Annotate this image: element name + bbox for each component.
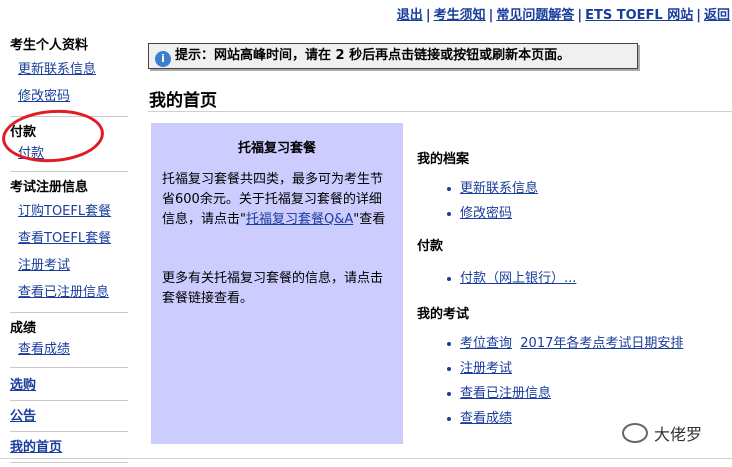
list-item: 考位查询 2017年各考点考试日期安排: [417, 331, 717, 356]
notice-text: 提示：网站高峰时间，请在 2 秒后再点击链接或按钮或刷新本页面。: [175, 48, 571, 63]
right-column: 我的档案 更新联系信息 修改密码 付款 付款（网上银行）... 我的考试 考位查…: [417, 150, 717, 431]
sidebar-heading-registration: 考试注册信息: [10, 180, 89, 195]
sidebar-group-registration: 考试注册信息 订购TOEFL套餐 查看TOEFL套餐 注册考试 查看已注册信息: [10, 178, 128, 313]
view-scores-link[interactable]: 查看成绩: [460, 411, 512, 426]
nav-separator: |: [577, 8, 583, 23]
sidebar-group-scores: 成绩 查看成绩: [10, 319, 128, 368]
section-title-payment: 付款: [417, 239, 444, 254]
panel-title: 托福复习套餐: [237, 141, 316, 156]
sidebar-group-profile: 考生个人资料 更新联系信息 修改密码: [10, 36, 128, 117]
sidebar-item-update-contact[interactable]: 更新联系信息: [18, 62, 96, 77]
change-password-link[interactable]: 修改密码: [460, 206, 512, 221]
sidebar-item-order-toefl-package[interactable]: 订购TOEFL套餐: [18, 204, 111, 219]
candidate-notice-link[interactable]: 考生须知: [434, 8, 486, 23]
sidebar-link-my-home[interactable]: 我的首页: [10, 440, 62, 455]
exam-schedule-link[interactable]: 2017年各考点考试日期安排: [520, 336, 683, 351]
sidebar-item-register-exam[interactable]: 注册考试: [18, 258, 70, 273]
package-qa-link[interactable]: 托福复习套餐Q&A: [246, 212, 353, 227]
sidebar-item-view-toefl-package[interactable]: 查看TOEFL套餐: [18, 231, 111, 246]
back-link[interactable]: 返回: [704, 8, 730, 23]
faq-link[interactable]: 常见问题解答: [496, 8, 574, 23]
panel-description: 托福复习套餐共四类，最多可为考生节省600余元。关于托福复习套餐的详细信息，请点…: [162, 170, 393, 230]
logout-link[interactable]: 退出: [397, 8, 423, 23]
peak-time-notice: i 提示：网站高峰时间，请在 2 秒后再点击链接或按钮或刷新本页面。: [148, 43, 638, 69]
list-item: 付款（网上银行）...: [417, 266, 717, 291]
section-title-my-profile: 我的档案: [417, 152, 470, 167]
list-item: 更新联系信息: [417, 176, 717, 201]
exam-links: 考位查询 2017年各考点考试日期安排 注册考试 查看已注册信息 查看成绩: [417, 331, 717, 431]
nav-separator: |: [488, 8, 494, 23]
sidebar-link-shop[interactable]: 选购: [10, 378, 36, 393]
section-title-my-exams: 我的考试: [417, 307, 470, 322]
watermark: 大佬罗: [622, 421, 702, 445]
sidebar-heading-profile: 考生个人资料: [10, 38, 89, 53]
sidebar-heading-scores: 成绩: [10, 321, 37, 336]
top-navigation: 退出 | 考生须知 | 常见问题解答 | ETS TOEFL 网站 | 返回: [397, 4, 730, 23]
update-contact-link[interactable]: 更新联系信息: [460, 181, 538, 196]
left-sidebar: 考生个人资料 更新联系信息 修改密码 付款 付款 考试注册信息 订购TOEFL套…: [10, 36, 128, 467]
register-exam-link[interactable]: 注册考试: [460, 361, 512, 376]
page-title: 我的首页: [149, 91, 217, 111]
divider: [148, 111, 732, 112]
ets-toefl-website-link[interactable]: ETS TOEFL 网站: [585, 8, 693, 23]
sidebar-item-view-registrations[interactable]: 查看已注册信息: [18, 285, 109, 300]
profile-links: 更新联系信息 修改密码: [417, 176, 717, 226]
sidebar-link-announcements-wrap: 公告: [10, 405, 128, 432]
wechat-icon: [622, 423, 648, 443]
info-icon: i: [155, 51, 171, 67]
toefl-package-panel: 托福复习套餐 托福复习套餐共四类，最多可为考生节省600余元。关于托福复习套餐的…: [151, 123, 403, 444]
online-banking-payment-link[interactable]: 付款（网上银行）...: [460, 271, 576, 286]
bottom-divider: [0, 458, 732, 459]
list-item: 查看已注册信息: [417, 381, 717, 406]
panel-text-after: "查看: [353, 212, 386, 227]
panel-more-info: 更多有关托福复习套餐的信息，请点击套餐链接查看。: [162, 271, 384, 306]
view-registrations-link[interactable]: 查看已注册信息: [460, 386, 551, 401]
seat-query-link[interactable]: 考位查询: [460, 336, 512, 351]
nav-separator: |: [425, 8, 431, 23]
sidebar-item-change-password[interactable]: 修改密码: [18, 89, 70, 104]
payment-links: 付款（网上银行）...: [417, 266, 717, 291]
nav-separator: |: [696, 8, 701, 23]
sidebar-item-view-scores[interactable]: 查看成绩: [18, 342, 70, 357]
list-item: 修改密码: [417, 201, 717, 226]
list-item: 注册考试: [417, 356, 717, 381]
sidebar-link-shop-wrap: 选购: [10, 374, 128, 401]
watermark-text: 大佬罗: [654, 425, 703, 444]
sidebar-link-announcements[interactable]: 公告: [10, 409, 36, 424]
